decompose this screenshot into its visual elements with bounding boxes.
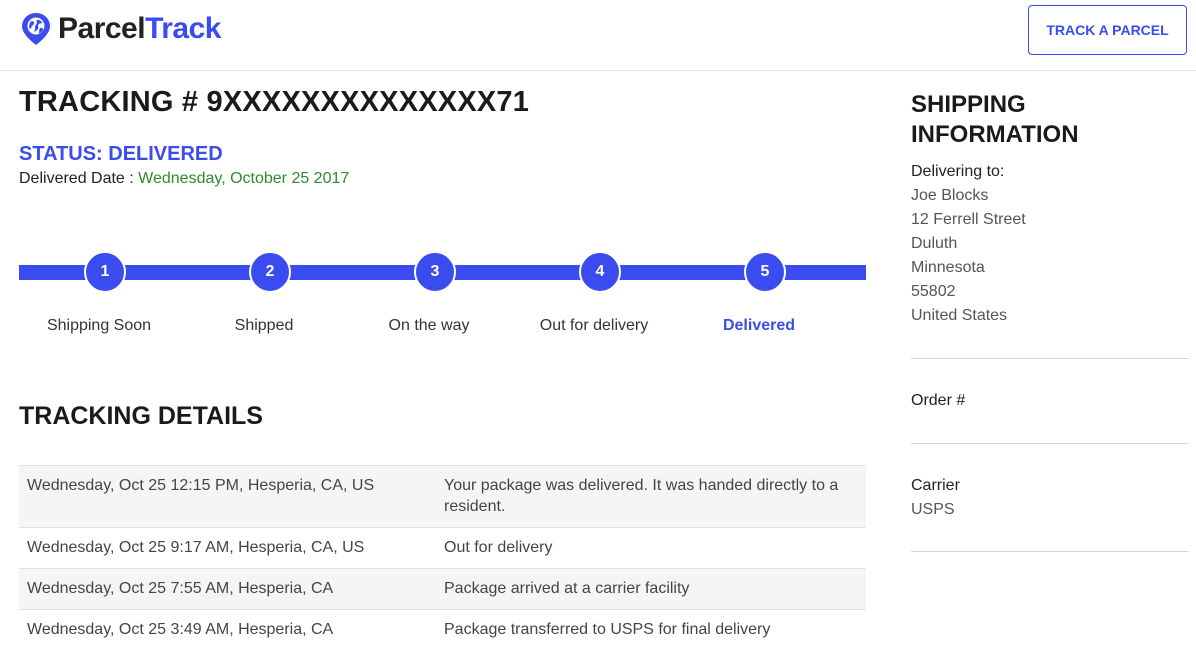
divider <box>911 443 1189 444</box>
step-label-delivered: Delivered <box>679 317 839 335</box>
event-time-location: Wednesday, Oct 25 7:55 AM, Hesperia, CA <box>19 569 436 610</box>
top-header: ParcelTrack TRACK A PARCEL <box>0 0 1196 71</box>
track-a-parcel-button[interactable]: TRACK A PARCEL <box>1028 5 1187 55</box>
logo-word-parcel: Parcel <box>58 12 145 45</box>
event-time-location: Wednesday, Oct 25 12:15 PM, Hesperia, CA… <box>19 466 436 528</box>
carrier-block: Carrier USPS <box>911 474 960 522</box>
order-number-block: Order # <box>911 389 965 413</box>
delivered-date-value: Wednesday, October 25 2017 <box>138 170 349 187</box>
event-description: Your package was delivered. It was hande… <box>436 466 866 528</box>
step-circle-4: 4 <box>579 251 621 293</box>
delivered-date-label: Delivered Date : <box>19 170 134 187</box>
divider <box>911 358 1189 359</box>
globe-pin-icon <box>20 12 52 46</box>
event-description: Out for delivery <box>436 528 866 569</box>
parcel-track-logo[interactable]: ParcelTrack <box>20 12 221 46</box>
table-row: Wednesday, Oct 25 9:17 AM, Hesperia, CA,… <box>19 528 866 569</box>
status-label: STATUS: DELIVERED <box>19 143 223 166</box>
step-label-out-for-delivery: Out for delivery <box>514 317 674 335</box>
step-label-shipping-soon: Shipping Soon <box>19 317 179 335</box>
logo-word-track: Track <box>145 12 221 45</box>
delivered-date-line: Delivered Date : Wednesday, October 25 2… <box>19 170 349 188</box>
event-time-location: Wednesday, Oct 25 9:17 AM, Hesperia, CA,… <box>19 528 436 569</box>
delivery-address-block: Delivering to: Joe Blocks 12 Ferrell Str… <box>911 160 1026 328</box>
step-label-shipped: Shipped <box>184 317 344 335</box>
step-circle-2: 2 <box>249 251 291 293</box>
tracking-number-title: TRACKING # 9XXXXXXXXXXXXXX71 <box>19 86 529 119</box>
address-street: 12 Ferrell Street <box>911 208 1026 232</box>
carrier-label: Carrier <box>911 474 960 498</box>
shipping-information-title: SHIPPING INFORMATION <box>911 90 1191 150</box>
event-description: Package arrived at a carrier facility <box>436 569 866 610</box>
divider <box>911 551 1189 552</box>
recipient-name: Joe Blocks <box>911 184 1026 208</box>
address-city: Duluth <box>911 232 1026 256</box>
step-circle-5: 5 <box>744 251 786 293</box>
carrier-value: USPS <box>911 498 960 522</box>
delivering-to-label: Delivering to: <box>911 160 1026 184</box>
step-circle-1: 1 <box>84 251 126 293</box>
tracking-details-table: Wednesday, Oct 25 12:15 PM, Hesperia, CA… <box>19 465 866 650</box>
address-state: Minnesota <box>911 256 1026 280</box>
tracking-details-title: TRACKING DETAILS <box>19 402 263 431</box>
step-label-on-the-way: On the way <box>349 317 509 335</box>
logo-wordmark: ParcelTrack <box>58 12 221 46</box>
table-row: Wednesday, Oct 25 12:15 PM, Hesperia, CA… <box>19 466 866 528</box>
table-row: Wednesday, Oct 25 7:55 AM, Hesperia, CA … <box>19 569 866 610</box>
address-country: United States <box>911 304 1026 328</box>
step-circle-3: 3 <box>414 251 456 293</box>
address-zip: 55802 <box>911 280 1026 304</box>
order-number-label: Order # <box>911 389 965 413</box>
